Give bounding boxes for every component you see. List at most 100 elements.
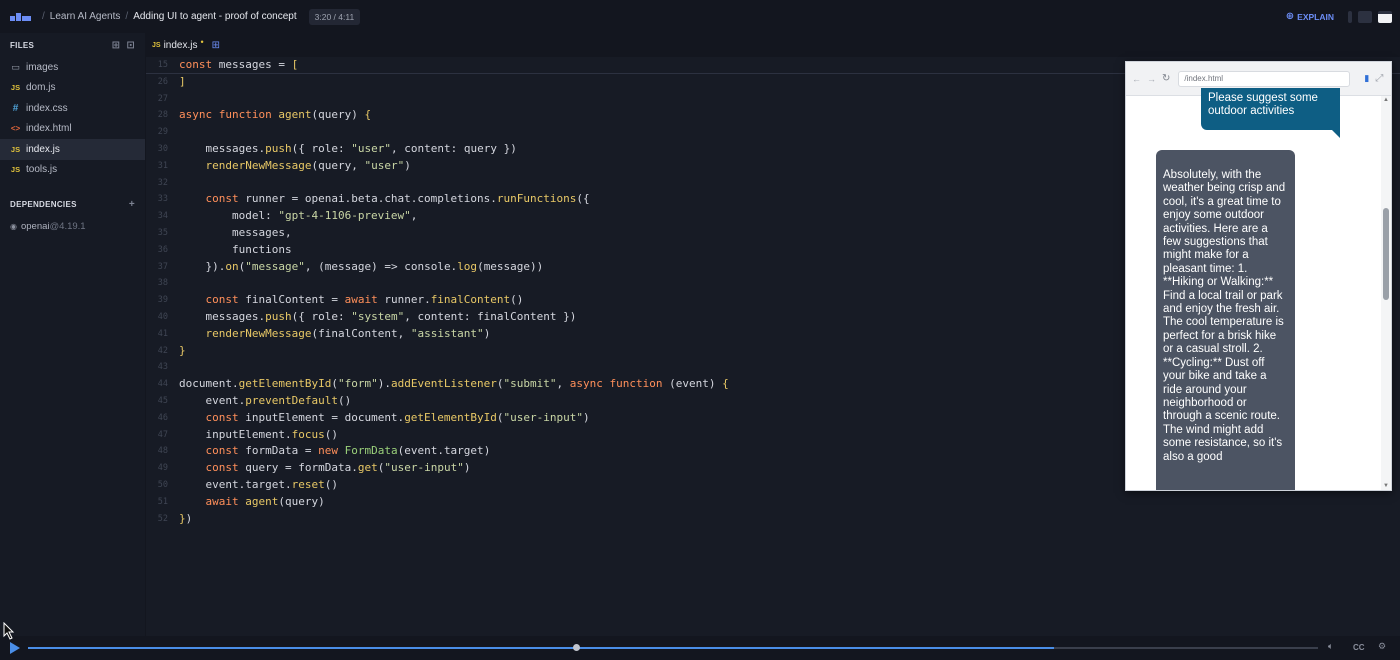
scroll-up-icon[interactable]: ▲ (1383, 97, 1389, 103)
mouse-cursor-icon (3, 622, 15, 640)
code-token: functions (179, 242, 292, 256)
file-item-tools-js[interactable]: JS tools.js (0, 160, 145, 181)
code-token: ) (583, 410, 590, 424)
code-token: finalContent (318, 326, 398, 340)
code-token: ) (483, 444, 491, 458)
forward-arrow-icon[interactable]: → (1147, 74, 1156, 84)
explain-label: EXPLAIN (1297, 11, 1334, 22)
chat-area: Please suggest some outdoor activities A… (1126, 88, 1391, 490)
code-token: : (337, 309, 352, 323)
tab-index-js[interactable]: JS index.js • (152, 37, 204, 51)
code-token: : (450, 141, 464, 155)
divider (1348, 10, 1352, 23)
code-token: async function (179, 108, 279, 122)
code-token: messages (179, 225, 285, 239)
tab-label: index.js (163, 39, 198, 51)
code-token: openai.beta.chat.completions. (304, 192, 497, 206)
code-token: getElementById (238, 377, 332, 391)
line-number: 35 (157, 227, 168, 238)
js-file-icon: JS (10, 144, 21, 154)
code-token: "message" (245, 259, 305, 273)
reset-files-icon[interactable]: ⊡ (126, 40, 135, 51)
breadcrumb-course[interactable]: Learn AI Agents (50, 11, 121, 22)
dependency-item-openai[interactable]: ◉ openai @4.19.1 (0, 216, 145, 236)
code-token: formData (245, 444, 305, 458)
code-token: "user-input" (384, 461, 464, 475)
code-token: ( (496, 410, 504, 424)
file-item-index-css[interactable]: # index.css (0, 98, 145, 119)
code-token: content (404, 141, 451, 155)
line-number: 30 (157, 143, 168, 154)
code-token: ( (311, 108, 319, 122)
url-bar[interactable]: /index.html (1178, 70, 1351, 87)
code-token: [ (291, 58, 299, 71)
file-item-images[interactable]: ▭ images (0, 57, 145, 78)
css-file-icon: # (12, 102, 19, 114)
code-token: addEventListener (390, 377, 497, 391)
reload-icon[interactable]: ↻ (1162, 73, 1170, 84)
line-number: 40 (157, 311, 168, 322)
progress-knob[interactable] (573, 644, 580, 651)
code-token: reset (291, 477, 325, 491)
file-sidebar: FILES ⊞ ⊡ ▭ images JS dom.js # index.css… (0, 33, 145, 638)
code-token: ) (404, 158, 411, 172)
fullscreen-toggle-icon[interactable] (1378, 10, 1392, 23)
code-token: ( (377, 461, 385, 475)
code-token: getElementById (404, 410, 497, 424)
html-file-icon: <> (10, 124, 21, 134)
add-dependency-icon[interactable]: + (129, 199, 135, 210)
new-file-icon[interactable]: ⊞ (112, 40, 121, 51)
code-token: ( (278, 494, 285, 508)
code-token: ). (377, 377, 391, 391)
js-file-icon: JS (10, 83, 21, 93)
layout-toggle-icon[interactable] (1358, 10, 1372, 23)
code-token: = (331, 410, 345, 424)
new-tab-icon[interactable]: ⊞ (212, 40, 220, 51)
settings-gear-icon[interactable]: ⚙ (1378, 641, 1386, 652)
file-item-index-html[interactable]: <> index.html (0, 119, 145, 140)
line-number: 29 (157, 127, 168, 138)
preview-scrollbar[interactable]: ▲ ▼ (1381, 96, 1391, 490)
code-token: "user" (364, 158, 405, 172)
volume-icon[interactable]: 🔈︎ (1328, 641, 1333, 652)
scroll-thumb[interactable] (1383, 208, 1389, 300)
scroll-down-icon[interactable]: ▼ (1383, 483, 1389, 489)
code-token: } (179, 343, 186, 357)
code-token: log (457, 259, 478, 273)
dependencies-title: DEPENDENCIES (10, 199, 77, 209)
code-token: ( (477, 259, 484, 273)
code-token: ( (397, 444, 405, 458)
player-bar: 🔈︎ CC ⚙ (0, 636, 1400, 660)
code-token: await (344, 293, 385, 307)
line-number: 39 (157, 295, 168, 306)
magnifier-icon: ⊕ (1285, 11, 1295, 22)
browser-preview: ← → ↻ /index.html ▮ ⤢ Please suggest som… (1125, 61, 1392, 491)
code-token: ) (463, 461, 471, 475)
code-token: "assistant" (410, 326, 484, 340)
line-number: 34 (157, 211, 168, 222)
explain-button[interactable]: ⊕ EXPLAIN (1286, 11, 1334, 22)
file-item-dom-js[interactable]: JS dom.js (0, 78, 145, 99)
back-arrow-icon[interactable]: ← (1132, 74, 1141, 84)
code-token: event.target. (179, 477, 292, 491)
pin-icon[interactable]: ▮ (1364, 73, 1369, 84)
top-bar: / Learn AI Agents / Adding UI to agent -… (0, 0, 1400, 33)
file-item-index-js[interactable]: JS index.js (0, 139, 145, 160)
code-token: "form" (337, 377, 378, 391)
code-token: { (722, 377, 729, 391)
code-token: content (417, 309, 464, 323)
code-line[interactable]: 52}) (146, 511, 1400, 528)
code-token: FormData (344, 444, 398, 458)
code-token: finalContent (477, 309, 564, 323)
code-token: event (675, 377, 709, 391)
progress-track[interactable] (28, 644, 1318, 651)
expand-icon[interactable]: ⤢ (1375, 73, 1383, 84)
code-token: ) (483, 326, 491, 340)
captions-button[interactable]: CC (1353, 643, 1365, 652)
code-line[interactable]: 51 await agent(query) (146, 494, 1400, 511)
scrimba-logo-icon[interactable] (10, 11, 32, 23)
breadcrumb-lesson: Adding UI to agent - proof of concept (133, 11, 297, 22)
play-icon[interactable] (10, 642, 20, 654)
